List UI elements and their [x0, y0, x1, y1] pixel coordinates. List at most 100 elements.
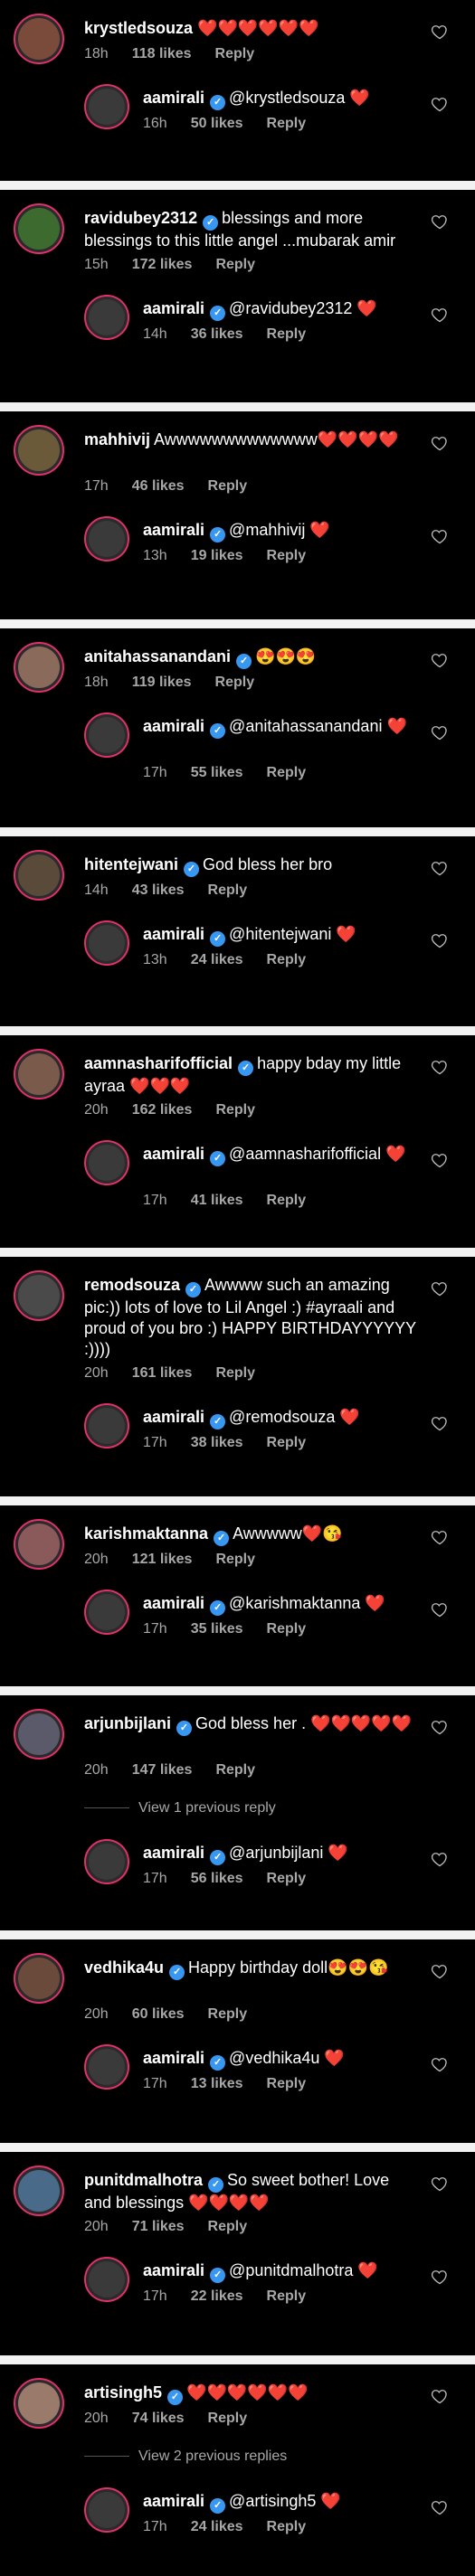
comment-likes[interactable]: 119 likes — [132, 675, 192, 690]
heart-outline-icon[interactable] — [431, 95, 449, 113]
view-replies-label[interactable]: View 2 previous replies — [138, 2449, 287, 2464]
reply-avatar[interactable] — [84, 2257, 129, 2302]
heart-outline-icon[interactable] — [431, 1279, 449, 1297]
reply-username[interactable]: aamirali — [143, 1594, 204, 1612]
reply-button[interactable]: Reply — [267, 548, 307, 563]
reply-avatar[interactable] — [84, 1140, 129, 1185]
heart-outline-icon[interactable] — [431, 859, 449, 877]
avatar[interactable] — [14, 14, 64, 64]
avatar[interactable] — [14, 203, 64, 254]
heart-outline-icon[interactable] — [431, 2055, 449, 2073]
heart-outline-icon[interactable] — [431, 2268, 449, 2286]
heart-outline-icon[interactable] — [431, 1151, 449, 1169]
reply-button[interactable]: Reply — [267, 116, 307, 131]
reply-avatar[interactable] — [84, 712, 129, 758]
reply-username[interactable]: aamirali — [143, 521, 204, 539]
comment-username[interactable]: anitahassanandani — [84, 647, 231, 665]
reply-likes[interactable]: 36 likes — [191, 326, 243, 342]
reply-button[interactable]: Reply — [267, 2519, 307, 2534]
reply-button[interactable]: Reply — [215, 675, 255, 690]
avatar[interactable] — [14, 1049, 64, 1099]
reply-avatar[interactable] — [84, 1839, 129, 1884]
reply-button[interactable]: Reply — [267, 1871, 307, 1886]
reply-button[interactable]: Reply — [215, 1552, 255, 1567]
comment-username[interactable]: ravidubey2312 — [84, 209, 197, 227]
reply-likes[interactable]: 56 likes — [191, 1871, 243, 1886]
reply-button[interactable]: Reply — [267, 326, 307, 342]
heart-outline-icon[interactable] — [431, 2387, 449, 2405]
reply-avatar[interactable] — [84, 2044, 129, 2090]
comment-likes[interactable]: 172 likes — [132, 257, 193, 272]
reply-likes[interactable]: 24 likes — [191, 952, 243, 967]
heart-outline-icon[interactable] — [431, 527, 449, 545]
avatar[interactable] — [14, 1519, 64, 1570]
reply-likes[interactable]: 24 likes — [191, 2519, 243, 2534]
avatar[interactable] — [14, 1709, 64, 1760]
reply-button[interactable]: Reply — [215, 46, 255, 61]
comment-username[interactable]: mahhivij — [84, 430, 150, 448]
reply-likes[interactable]: 22 likes — [191, 2288, 243, 2304]
comment-username[interactable]: vedhika4u — [84, 1958, 164, 1977]
reply-username[interactable]: aamirali — [143, 299, 204, 317]
heart-outline-icon[interactable] — [431, 1414, 449, 1432]
avatar[interactable] — [14, 850, 64, 901]
reply-username[interactable]: aamirali — [143, 89, 204, 107]
avatar[interactable] — [14, 425, 64, 476]
reply-avatar[interactable] — [84, 920, 129, 966]
comment-likes[interactable]: 162 likes — [132, 1102, 193, 1118]
reply-button[interactable]: Reply — [215, 1365, 255, 1381]
reply-button[interactable]: Reply — [267, 765, 307, 780]
comment-username[interactable]: aamnasharifofficial — [84, 1054, 233, 1072]
comment-likes[interactable]: 43 likes — [132, 882, 185, 898]
comment-likes[interactable]: 60 likes — [132, 2006, 185, 2022]
reply-likes[interactable]: 38 likes — [191, 1435, 243, 1450]
reply-avatar[interactable] — [84, 516, 129, 561]
reply-button[interactable]: Reply — [267, 1435, 307, 1450]
reply-button[interactable]: Reply — [267, 1193, 307, 1208]
avatar[interactable] — [14, 2166, 64, 2216]
reply-username[interactable]: aamirali — [143, 2492, 204, 2510]
reply-likes[interactable]: 41 likes — [191, 1193, 243, 1208]
reply-avatar[interactable] — [84, 1403, 129, 1448]
comment-likes[interactable]: 147 likes — [132, 1762, 193, 1778]
reply-button[interactable]: Reply — [208, 882, 248, 898]
reply-button[interactable]: Reply — [267, 2288, 307, 2304]
comment-likes[interactable]: 118 likes — [132, 46, 192, 61]
reply-username[interactable]: aamirali — [143, 717, 204, 735]
avatar[interactable] — [14, 2378, 64, 2429]
heart-outline-icon[interactable] — [431, 2175, 449, 2193]
reply-likes[interactable]: 13 likes — [191, 2076, 243, 2091]
comment-username[interactable]: artisingh5 — [84, 2383, 162, 2401]
heart-outline-icon[interactable] — [431, 1962, 449, 1980]
heart-outline-icon[interactable] — [431, 651, 449, 669]
avatar[interactable] — [14, 1270, 64, 1321]
reply-username[interactable]: aamirali — [143, 2261, 204, 2279]
comment-username[interactable]: hitentejwani — [84, 855, 178, 873]
heart-outline-icon[interactable] — [431, 723, 449, 741]
view-previous-replies[interactable]: View 1 previous reply — [84, 1800, 276, 1816]
comment-likes[interactable]: 74 likes — [132, 2411, 185, 2426]
reply-button[interactable]: Reply — [267, 1621, 307, 1637]
comment-username[interactable]: krystledsouza — [84, 19, 193, 37]
heart-outline-icon[interactable] — [431, 1718, 449, 1736]
comment-username[interactable]: karishmaktanna — [84, 1524, 208, 1543]
reply-button[interactable]: Reply — [215, 1762, 255, 1778]
reply-button[interactable]: Reply — [208, 2006, 248, 2022]
heart-outline-icon[interactable] — [431, 1850, 449, 1868]
comment-username[interactable]: punitdmalhotra — [84, 2171, 203, 2189]
reply-avatar[interactable] — [84, 1590, 129, 1635]
heart-outline-icon[interactable] — [431, 1528, 449, 1546]
reply-likes[interactable]: 19 likes — [191, 548, 243, 563]
heart-outline-icon[interactable] — [431, 1058, 449, 1076]
reply-username[interactable]: aamirali — [143, 1145, 204, 1163]
reply-username[interactable]: aamirali — [143, 925, 204, 943]
reply-avatar[interactable] — [84, 2487, 129, 2533]
heart-outline-icon[interactable] — [431, 931, 449, 949]
heart-outline-icon[interactable] — [431, 306, 449, 324]
avatar[interactable] — [14, 1953, 64, 2004]
heart-outline-icon[interactable] — [431, 1600, 449, 1618]
heart-outline-icon[interactable] — [431, 23, 449, 41]
comment-username[interactable]: remodsouza — [84, 1276, 180, 1294]
reply-avatar[interactable] — [84, 84, 129, 129]
reply-likes[interactable]: 35 likes — [191, 1621, 243, 1637]
